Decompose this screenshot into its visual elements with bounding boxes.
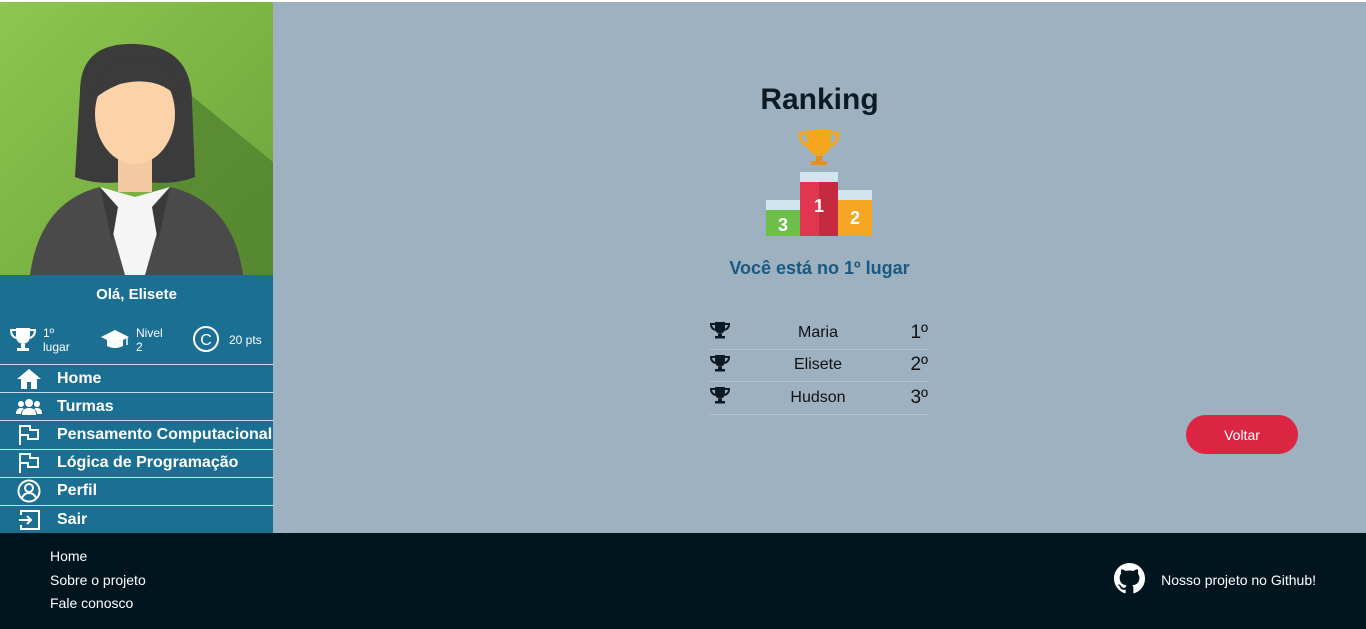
- ranking-row: Elisete 2º: [709, 350, 928, 382]
- menu-item-label: Home: [57, 369, 102, 387]
- user-circle-icon: [14, 479, 44, 503]
- ranking-position: 1º: [910, 321, 928, 343]
- ranking-name: Maria: [797, 323, 838, 341]
- flag-icon: [14, 451, 44, 475]
- menu-item-label: Perfil: [57, 482, 98, 500]
- trophy-icon: [709, 321, 732, 344]
- ranking-name: Elisete: [793, 356, 843, 374]
- podium-second-label: 2: [849, 208, 860, 228]
- back-button[interactable]: Voltar: [1186, 415, 1298, 454]
- home-icon: [14, 367, 44, 391]
- logout-icon: [14, 508, 44, 532]
- user-stats: 1º lugar Nivel 2 C 20 pts: [0, 324, 273, 356]
- podium-third-label: 3: [777, 215, 788, 235]
- footer: Home Sobre o projeto Fale conosco Nosso …: [0, 533, 1366, 629]
- podium-first-label: 1: [813, 196, 824, 216]
- menu-item-sair[interactable]: Sair: [0, 504, 273, 533]
- rank-value: 1º: [43, 326, 55, 340]
- ranking-row: Hudson 3º: [709, 382, 928, 415]
- ranking-position: 3º: [910, 386, 928, 408]
- sidebar-menu: Home Turmas Pensamento Computacional Lóg…: [0, 364, 273, 533]
- menu-item-pensamento-computacional[interactable]: Pensamento Computacional: [0, 420, 273, 448]
- footer-link-contato[interactable]: Fale conosco: [50, 595, 146, 619]
- menu-item-label: Lógica de Programação: [57, 454, 239, 472]
- podium-illustration: 1 2 3: [763, 126, 875, 243]
- trophy-icon: [709, 386, 732, 409]
- github-label: Nosso projeto no Github!: [1161, 572, 1316, 588]
- svg-text:C: C: [200, 332, 212, 349]
- level-value: 2: [136, 340, 143, 354]
- greeting: Olá, Elisete: [96, 286, 177, 303]
- footer-links: Home Sobre o projeto Fale conosco: [50, 548, 146, 619]
- graduation-cap-icon: [100, 327, 130, 354]
- points-value: 20 pts: [229, 333, 262, 347]
- menu-item-turmas[interactable]: Turmas: [0, 392, 273, 420]
- menu-item-home[interactable]: Home: [0, 364, 273, 392]
- sidebar: Olá, Elisete 1º lugar Nivel 2 C 20 pts H…: [0, 2, 273, 533]
- ranking-name: Hudson: [790, 388, 846, 406]
- app: Olá, Elisete 1º lugar Nivel 2 C 20 pts H…: [0, 2, 1366, 533]
- menu-item-logica-de-programacao[interactable]: Lógica de Programação: [0, 448, 273, 477]
- footer-link-home[interactable]: Home: [50, 548, 146, 572]
- users-icon: [14, 395, 44, 419]
- page-title: Ranking: [760, 83, 879, 116]
- footer-link-sobre[interactable]: Sobre o projeto: [50, 572, 146, 596]
- flag-icon: [14, 423, 44, 447]
- rank-unit: lugar: [43, 340, 70, 354]
- main-content: Ranking 1 2 3 Você está no 1º lugar Mari…: [273, 2, 1366, 533]
- ranking-table: Maria 1º Elisete 2º Hudson 3º: [709, 317, 928, 415]
- points-stat: C 20 pts: [192, 324, 262, 356]
- level-stat: Nivel 2: [100, 324, 163, 356]
- github-icon: [1114, 563, 1161, 597]
- ranking-position: 2º: [910, 354, 928, 376]
- menu-item-label: Turmas: [57, 397, 114, 415]
- menu-item-label: Pensamento Computacional: [57, 425, 273, 443]
- ranking-row: Maria 1º: [709, 317, 928, 350]
- menu-item-label: Sair: [57, 510, 88, 528]
- avatar: [0, 2, 273, 275]
- level-label: Nivel: [136, 326, 163, 340]
- rank-subtitle: Você está no 1º lugar: [729, 258, 910, 278]
- coin-icon: C: [192, 325, 220, 356]
- trophy-icon: [709, 354, 732, 377]
- menu-item-perfil[interactable]: Perfil: [0, 476, 273, 505]
- github-link[interactable]: Nosso projeto no Github!: [1114, 563, 1316, 597]
- trophy-icon: [9, 326, 37, 355]
- rank-stat: 1º lugar: [9, 324, 70, 356]
